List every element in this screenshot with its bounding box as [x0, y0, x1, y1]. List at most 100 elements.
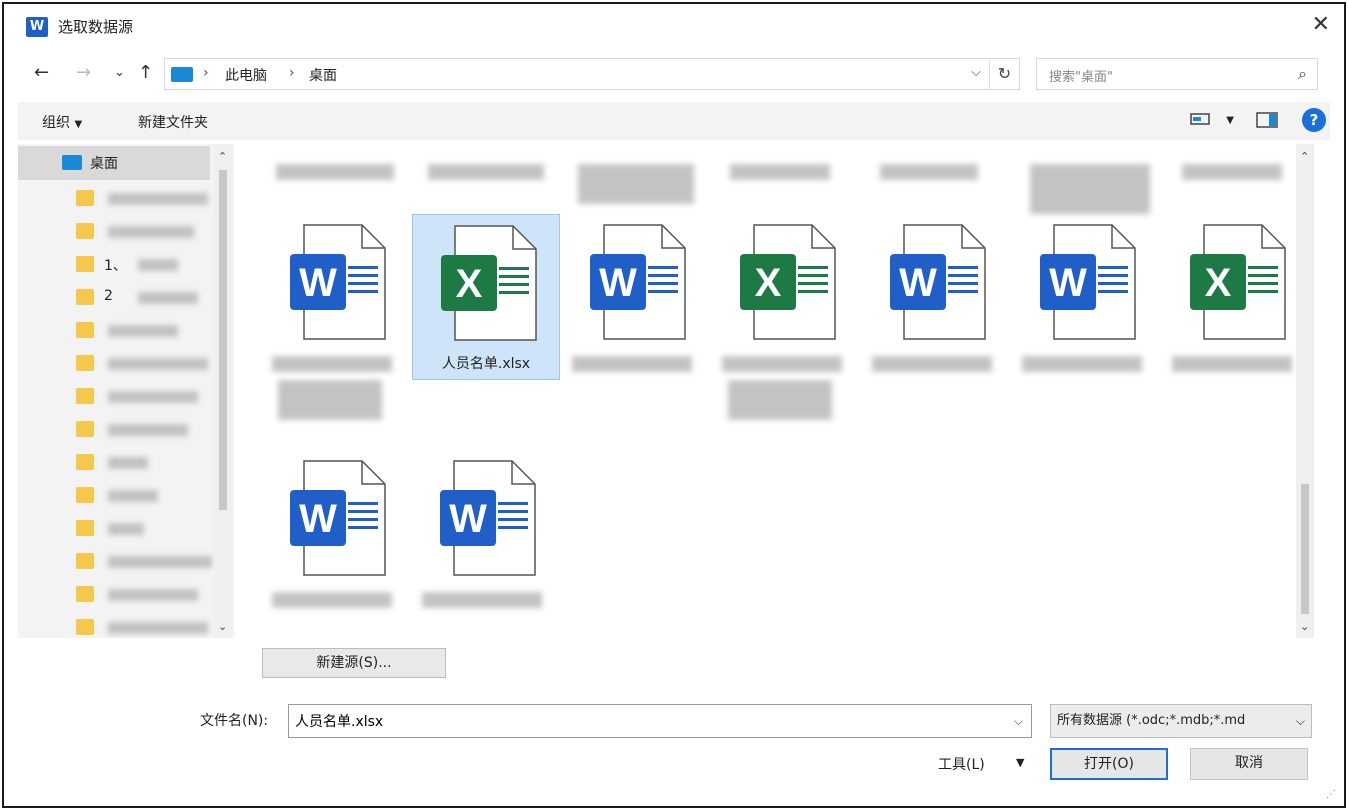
open-button[interactable]: 打开(O): [1050, 748, 1168, 780]
excel-document-icon: X: [441, 225, 537, 341]
up-arrow-icon[interactable]: ↑: [138, 62, 153, 83]
file-type-letter: W: [1049, 261, 1087, 305]
nav-scrollbar[interactable]: ⌃ ⌄: [214, 144, 232, 638]
nav-folder-item[interactable]: [18, 349, 210, 379]
nav-folder-item[interactable]: [18, 448, 210, 478]
word-document-icon: W: [590, 224, 686, 340]
nav-folder-label: 1、: [104, 258, 127, 274]
word-document-icon: W: [290, 224, 386, 340]
nav-folder-item[interactable]: [18, 382, 210, 412]
excel-file-item[interactable]: X 人员名单.xlsx: [412, 214, 560, 380]
folder-icon: [76, 586, 94, 602]
breadcrumb-this-pc[interactable]: 此电脑: [225, 65, 267, 85]
word-file-item[interactable]: W: [1012, 214, 1160, 380]
breadcrumb-separator: ›: [203, 65, 209, 81]
nav-folder-item[interactable]: 1、: [18, 250, 210, 280]
nav-folder-item[interactable]: [18, 217, 210, 247]
preview-pane-icon[interactable]: [1256, 111, 1278, 133]
help-icon[interactable]: ?: [1302, 108, 1326, 132]
address-dropdown-chevron-icon[interactable]: ⌵: [971, 65, 981, 80]
navigation-pane: 桌面 1、 2 ⌃ ⌄: [18, 144, 234, 638]
this-pc-icon: [171, 67, 193, 82]
folder-icon: [76, 223, 94, 239]
content-scrollbar[interactable]: ⌃ ⌄: [1296, 144, 1314, 638]
back-arrow-icon[interactable]: ←: [34, 62, 49, 83]
scroll-down-arrow-icon[interactable]: ⌄: [1300, 620, 1309, 633]
nav-folder-label: 2: [104, 288, 113, 304]
address-bar[interactable]: › 此电脑 › 桌面 ⌵ ↻: [164, 58, 1020, 90]
forward-arrow-icon[interactable]: →: [76, 62, 91, 83]
word-document-icon: W: [1040, 224, 1136, 340]
folder-icon: [76, 388, 94, 404]
file-type-letter: X: [456, 262, 483, 306]
chevron-down-icon: ⌵: [1295, 714, 1305, 728]
nav-folder-item[interactable]: [18, 316, 210, 346]
folder-icon: [76, 190, 94, 206]
nav-folder-item[interactable]: [18, 547, 212, 577]
nav-folder-item[interactable]: [18, 481, 210, 511]
close-icon[interactable]: ✕: [1312, 12, 1330, 37]
refresh-icon[interactable]: ↻: [989, 59, 1019, 89]
search-icon[interactable]: ⌕: [1298, 64, 1307, 84]
word-document-icon: W: [290, 460, 386, 576]
address-row: ← → ⌄ ↑ › 此电脑 › 桌面 ⌵ ↻ 搜索"桌面" ⌕: [4, 54, 1344, 94]
folder-icon: [76, 289, 94, 305]
nav-item-desktop[interactable]: 桌面: [18, 146, 210, 180]
folder-icon: [76, 355, 94, 371]
chevron-down-icon: ▼: [74, 119, 83, 130]
search-box[interactable]: 搜索"桌面" ⌕: [1036, 58, 1318, 90]
filename-label: 文件名(N):: [200, 713, 269, 729]
nav-folder-item[interactable]: 2: [18, 283, 210, 313]
new-folder-button[interactable]: 新建文件夹: [138, 112, 208, 132]
recent-locations-chevron-icon[interactable]: ⌄: [114, 65, 125, 80]
word-file-item[interactable]: W: [862, 214, 1010, 380]
word-file-item[interactable]: W: [412, 450, 560, 616]
word-file-item[interactable]: W: [262, 214, 410, 420]
excel-document-icon: X: [1190, 224, 1286, 340]
filename-input[interactable]: [288, 704, 1032, 738]
word-file-item[interactable]: W: [262, 450, 410, 616]
title-bar: W 选取数据源 ✕: [4, 4, 1344, 50]
desktop-icon: [62, 155, 82, 170]
nav-folder-item[interactable]: [18, 514, 210, 544]
folder-icon: [76, 256, 94, 272]
nav-folder-item[interactable]: [18, 613, 210, 638]
scroll-thumb[interactable]: [219, 170, 227, 510]
breadcrumb-desktop[interactable]: 桌面: [309, 65, 337, 85]
dialog-title: 选取数据源: [58, 18, 134, 36]
filetype-select[interactable]: 所有数据源 (*.odc;*.mdb;*.md ⌵: [1050, 704, 1312, 738]
file-type-letter: X: [1205, 261, 1232, 305]
file-name-label: 人员名单.xlsx: [441, 356, 531, 372]
organize-label: 组织: [42, 115, 70, 131]
nav-folder-item[interactable]: [18, 184, 210, 214]
excel-document-icon: X: [740, 224, 836, 340]
word-app-icon: W: [26, 17, 48, 37]
scroll-down-arrow-icon[interactable]: ⌄: [218, 620, 227, 633]
scroll-up-arrow-icon[interactable]: ⌃: [1300, 150, 1309, 163]
folder-icon: [76, 322, 94, 338]
tools-menu[interactable]: 工具(L): [938, 754, 985, 774]
file-list-view: W X 人员名单.xlsx W X W W X W W ⌃ ⌄: [234, 144, 1314, 638]
filename-dropdown-chevron-icon[interactable]: ⌵: [1014, 714, 1023, 729]
excel-file-item[interactable]: X: [1162, 214, 1310, 380]
file-type-letter: W: [899, 261, 937, 305]
view-dropdown-chevron-icon[interactable]: ▼: [1226, 115, 1234, 126]
file-type-letter: W: [299, 261, 337, 305]
word-file-item[interactable]: W: [562, 214, 710, 380]
view-options-icon[interactable]: [1190, 111, 1210, 131]
scroll-thumb[interactable]: [1301, 484, 1309, 614]
file-type-letter: W: [599, 261, 637, 305]
word-document-icon: W: [440, 460, 536, 576]
scroll-up-arrow-icon[interactable]: ⌃: [218, 150, 227, 163]
tools-dropdown-chevron-icon[interactable]: ▼: [1016, 756, 1024, 769]
nav-item-label: 桌面: [90, 156, 118, 172]
nav-folder-item[interactable]: [18, 415, 210, 445]
organize-menu[interactable]: 组织 ▼: [42, 112, 82, 132]
new-source-button[interactable]: 新建源(S)...: [262, 648, 446, 678]
excel-file-item[interactable]: X: [712, 214, 860, 420]
cancel-button[interactable]: 取消: [1190, 748, 1308, 780]
resize-grip-icon[interactable]: ⋰: [1326, 789, 1336, 800]
folder-icon: [76, 520, 94, 536]
nav-folder-item[interactable]: [18, 580, 210, 610]
file-type-letter: W: [299, 497, 337, 541]
